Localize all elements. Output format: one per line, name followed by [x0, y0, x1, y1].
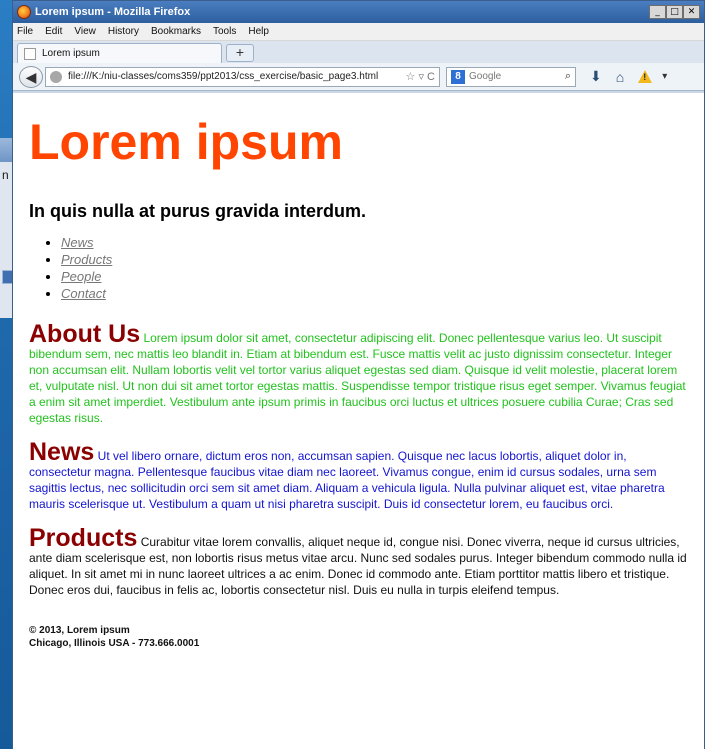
footer-copyright: © 2013, Lorem ipsum	[29, 625, 130, 636]
tab-label: Lorem ipsum	[42, 48, 100, 59]
menu-edit[interactable]: Edit	[45, 26, 62, 37]
close-button[interactable]: ✕	[683, 5, 700, 19]
overflow-menu-icon[interactable]: ▾	[662, 71, 667, 82]
about-section: About Us Lorem ipsum dolor sit amet, con…	[29, 322, 689, 426]
site-identity-icon[interactable]	[50, 70, 62, 83]
products-heading: Products	[29, 524, 138, 552]
window-title: Lorem ipsum - Mozilla Firefox	[35, 6, 191, 18]
firefox-window: Lorem ipsum - Mozilla Firefox _ □ ✕ File…	[12, 0, 705, 749]
about-text: Lorem ipsum dolor sit amet, consectetur …	[29, 331, 686, 425]
window-controls: _ □ ✕	[649, 5, 700, 19]
footer-address: Chicago, Illinois USA - 773.666.0001	[29, 638, 200, 649]
nav-link-news[interactable]: News	[61, 235, 94, 250]
window-titlebar: Lorem ipsum - Mozilla Firefox _ □ ✕	[13, 1, 704, 23]
navigation-toolbar: ◀ file:///K:/niu-classes/coms359/ppt2013…	[13, 63, 704, 91]
minimize-button[interactable]: _	[649, 5, 666, 19]
menu-view[interactable]: View	[74, 26, 96, 37]
menu-history[interactable]: History	[108, 26, 139, 37]
home-icon[interactable]: ⌂	[616, 69, 624, 85]
news-text: Ut vel libero ornare, dictum eros non, a…	[29, 449, 665, 511]
warning-icon[interactable]: !	[638, 70, 653, 83]
nav-item-people: People	[61, 268, 704, 285]
maximize-button[interactable]: □	[666, 5, 683, 19]
downloads-icon[interactable]: ⬇	[590, 68, 602, 85]
tab-bar: Lorem ipsum +	[13, 41, 704, 63]
nav-link-people[interactable]: People	[61, 269, 101, 284]
menu-tools[interactable]: Tools	[213, 26, 236, 37]
menu-file[interactable]: File	[17, 26, 33, 37]
page-nav: News Products People Contact	[61, 234, 704, 302]
products-section: Products Curabitur vitae lorem convallis…	[29, 526, 689, 598]
page-content: Lorem ipsum In quis nulla at purus gravi…	[13, 93, 704, 749]
firefox-logo-icon	[17, 5, 31, 19]
news-section: News Ut vel libero ornare, dictum eros n…	[29, 440, 689, 512]
dropdown-icon[interactable]: ▿	[418, 71, 424, 83]
url-actions: ☆ ▿ C	[406, 70, 435, 83]
search-engine-icon[interactable]: 8	[451, 69, 465, 84]
back-arrow-icon: ◀	[25, 68, 37, 85]
url-bar[interactable]: file:///K:/niu-classes/coms359/ppt2013/c…	[45, 66, 440, 87]
page-favicon-icon	[24, 47, 36, 60]
search-input[interactable]: Google	[469, 71, 565, 82]
search-icon[interactable]: ⌕	[565, 70, 571, 83]
menu-bookmarks[interactable]: Bookmarks	[151, 26, 201, 37]
nav-item-contact: Contact	[61, 285, 704, 302]
news-heading: News	[29, 438, 95, 466]
nav-link-products[interactable]: Products	[61, 252, 112, 267]
back-button[interactable]: ◀	[19, 65, 43, 88]
page-subtitle: In quis nulla at purus gravida interdum.	[29, 201, 367, 221]
page-title: Lorem ipsum	[29, 114, 343, 170]
nav-item-news: News	[61, 234, 704, 251]
new-tab-button[interactable]: +	[226, 44, 254, 62]
menu-help[interactable]: Help	[248, 26, 269, 37]
menu-bar: File Edit View History Bookmarks Tools H…	[13, 23, 704, 41]
url-text[interactable]: file:///K:/niu-classes/coms359/ppt2013/c…	[68, 71, 402, 82]
nav-item-products: Products	[61, 251, 704, 268]
bookmark-star-icon[interactable]: ☆	[406, 71, 416, 83]
tab-lorem-ipsum[interactable]: Lorem ipsum	[17, 43, 222, 63]
reload-icon[interactable]: C	[427, 71, 435, 83]
search-bar[interactable]: 8 Google ⌕	[446, 66, 576, 87]
nav-link-contact[interactable]: Contact	[61, 286, 106, 301]
page-footer: © 2013, Lorem ipsum Chicago, Illinois US…	[29, 624, 704, 650]
about-heading: About Us	[29, 320, 141, 348]
